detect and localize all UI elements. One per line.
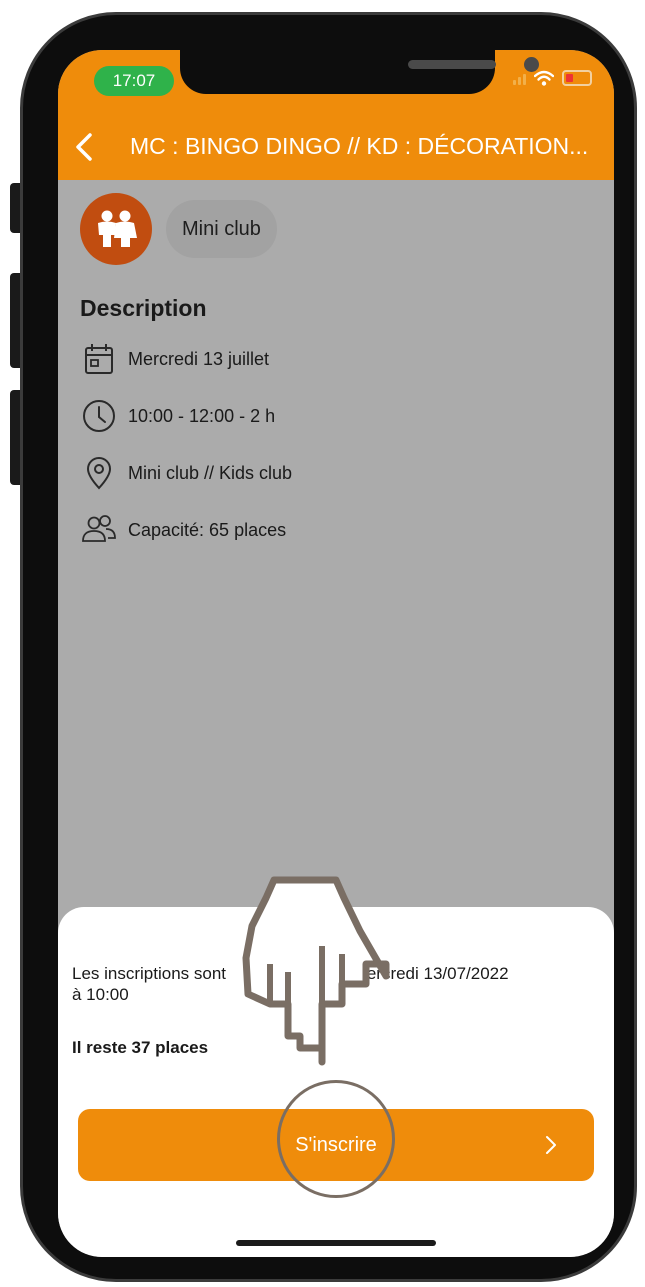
children-icon <box>80 193 152 265</box>
description-heading: Description <box>80 295 207 321</box>
location-row: Mini club // Kids club <box>80 454 292 492</box>
chevron-right-icon <box>546 1136 556 1154</box>
time-row: 10:00 - 12:00 - 2 h <box>80 397 275 435</box>
pointing-hand-icon <box>242 876 390 1066</box>
date-row: Mercredi 13 juillet <box>80 340 269 378</box>
status-icons <box>513 70 592 86</box>
page-title: MC : BINGO DINGO // KD : DÉCORATION... <box>130 133 589 159</box>
time-text: 10:00 - 12:00 - 2 h <box>128 405 276 426</box>
app-screen: 17:07 MC : BINGO DINGO // KD: DÉCORATIO… <box>58 50 614 1257</box>
capacity-text: Capacité: 65 places <box>128 519 287 540</box>
status-time: 17:07 <box>94 66 174 96</box>
capacity-row: Capacité: 65 places <box>80 511 286 549</box>
home-indicator <box>236 1240 436 1246</box>
location-pin-icon <box>86 457 112 490</box>
category-chip[interactable]: Mini club <box>166 200 277 258</box>
tap-indicator <box>277 1080 395 1198</box>
phone-mockup: 17:07 MC : BINGO DINGO // KD: DÉCORATIO… <box>0 0 645 1287</box>
category-row: Mini club <box>80 193 277 265</box>
signal-icon <box>513 71 526 85</box>
date-text: Mercredi 13 juillet <box>128 348 270 369</box>
app-header: MC : BINGO DINGO // KD : DÉCORATION... <box>58 115 614 180</box>
battery-icon <box>562 70 592 86</box>
clock-icon <box>83 400 115 432</box>
calendar-icon <box>85 344 113 374</box>
people-icon <box>82 515 116 542</box>
speaker <box>408 60 496 69</box>
registration-info-part3: à 10:00 <box>72 985 129 1004</box>
remaining-places: Il reste 37 places <box>72 1038 209 1057</box>
back-chevron-icon[interactable] <box>70 129 100 165</box>
notch <box>180 50 539 94</box>
location-text: Mini club // Kids club <box>128 462 293 483</box>
wifi-icon <box>534 70 554 86</box>
status-bar: 17:07 <box>58 50 614 115</box>
registration-info-part1: Les inscriptions sont <box>72 964 227 983</box>
